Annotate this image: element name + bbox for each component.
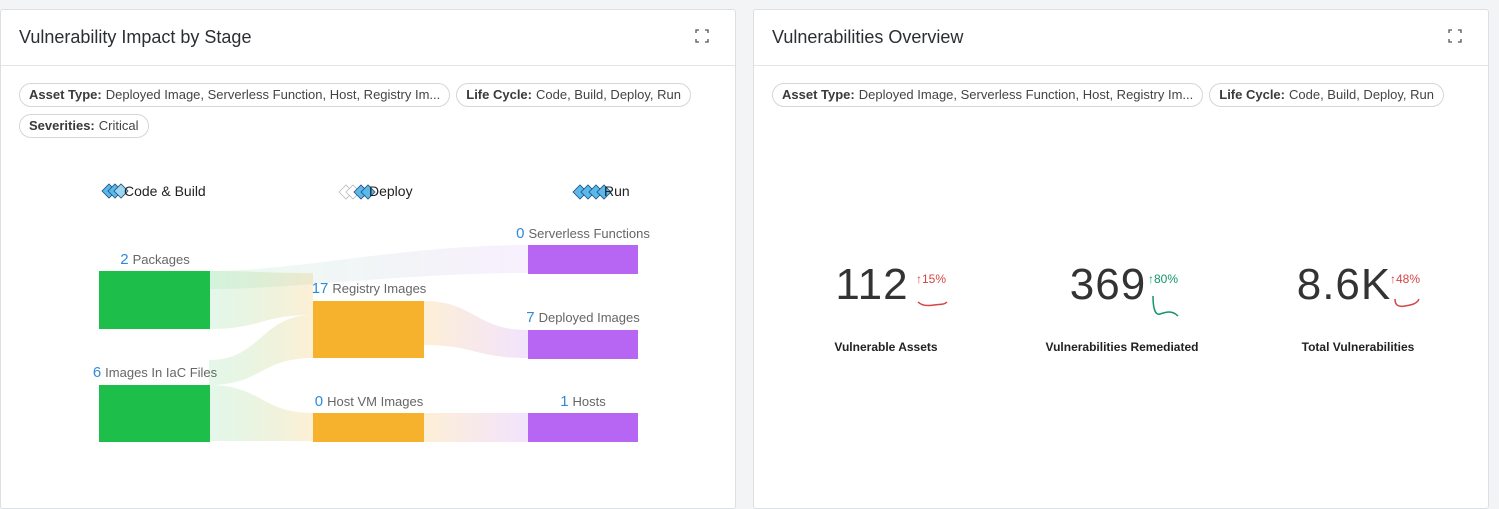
chip-value: Critical	[98, 118, 139, 133]
kpi-label: Vulnerabilities Remediated	[1045, 340, 1199, 354]
kpi-label: Vulnerable Assets	[834, 340, 938, 354]
panel-title: Vulnerabilities Overview	[772, 27, 964, 47]
kpi-value: 8.6K	[1296, 260, 1392, 309]
node-label-host-vm-images: 0 Host VM Images	[315, 393, 424, 410]
node-host-vm-images[interactable]	[313, 413, 424, 442]
panel-header: Vulnerabilities Overview	[754, 10, 1488, 66]
panel-title: Vulnerability Impact by Stage	[19, 27, 252, 47]
stage-label: Code & Build	[124, 183, 206, 199]
sparkline	[1152, 295, 1179, 317]
sparkline	[917, 301, 948, 307]
stage-header-code-build: Code & Build	[101, 183, 206, 199]
stage-label: Deploy	[369, 183, 413, 199]
filter-chip-asset-type[interactable]: Asset Type: Deployed Image, Serverless Fu…	[19, 83, 451, 107]
expand-icon[interactable]	[695, 29, 709, 43]
kpi-value: 112	[835, 260, 909, 309]
kpi-value: 369	[1069, 260, 1147, 309]
flow-link	[423, 301, 528, 358]
node-label-hosts: 1 Hosts	[560, 393, 606, 410]
node-label-serverless-functions: 0 Serverless Functions	[516, 225, 650, 242]
node-label-images-in-iac-files: 6 Images In IaC Files	[93, 364, 218, 381]
node-label-packages: 2 Packages	[120, 251, 190, 268]
node-label-deployed-images: 7 Deployed Images	[526, 309, 640, 326]
expand-icon[interactable]	[1448, 29, 1462, 43]
kpi-vulnerabilities-remediated[interactable]: 369 ↑80% Vulnerabilities Remediated	[992, 260, 1252, 354]
filter-chip-severities[interactable]: Severities: Critical	[19, 114, 149, 138]
node-images-in-iac-files[interactable]	[99, 385, 210, 442]
flow-link	[423, 413, 528, 442]
stage-header-deploy: Deploy	[338, 183, 413, 200]
chip-label: Severities:	[29, 118, 95, 133]
chip-label: Life Cycle:	[466, 87, 532, 102]
chip-value: Deployed Image, Serverless Function, Hos…	[105, 87, 441, 102]
kpi-trend: ↑80%	[1148, 272, 1179, 286]
panel-header: Vulnerability Impact by Stage	[1, 10, 735, 66]
sparkline	[1394, 298, 1420, 308]
filter-chip-life-cycle[interactable]: Life Cycle: Code, Build, Deploy, Run	[456, 83, 692, 107]
filter-chip-life-cycle[interactable]: Life Cycle: Code, Build, Deploy, Run	[1209, 83, 1445, 107]
kpi-vulnerable-assets[interactable]: 112 ↑15% Vulnerable Assets	[756, 260, 1016, 354]
chip-label: Life Cycle:	[1219, 87, 1285, 102]
stage-label: Run	[604, 183, 630, 199]
node-deployed-images[interactable]	[528, 330, 638, 359]
chip-label: Asset Type:	[29, 87, 102, 102]
filter-chip-asset-type[interactable]: Asset Type: Deployed Image, Serverless Fu…	[772, 83, 1204, 107]
node-packages[interactable]	[99, 271, 210, 329]
kpi-label: Total Vulnerabilities	[1301, 340, 1415, 354]
node-registry-images[interactable]	[313, 301, 424, 358]
filter-chips: Asset Type: Deployed Image, Serverless Fu…	[772, 83, 1472, 114]
chip-label: Asset Type:	[782, 87, 855, 102]
kpi-trend: ↑48%	[1390, 272, 1421, 286]
kpi-trend: ↑15%	[916, 272, 947, 286]
stage-header-run: Run	[572, 183, 630, 200]
node-serverless-functions[interactable]	[528, 245, 638, 274]
vulnerabilities-overview-panel: Vulnerabilities Overview Asset Type: Depl…	[753, 9, 1489, 509]
chip-value: Code, Build, Deploy, Run	[1289, 87, 1435, 102]
node-hosts[interactable]	[528, 413, 638, 442]
filter-chips: Asset Type: Deployed Image, Serverless Fu…	[19, 83, 719, 145]
chip-value: Code, Build, Deploy, Run	[536, 87, 682, 102]
sankey-diagram: Code & Build Deploy Run 2 Packages 6 Ima…	[93, 183, 650, 442]
chip-value: Deployed Image, Serverless Function, Hos…	[858, 87, 1194, 102]
kpi-total-vulnerabilities[interactable]: 8.6K ↑48% Total Vulnerabilities	[1228, 260, 1488, 354]
vulnerability-impact-panel: Vulnerability Impact by Stage Asset Type…	[0, 9, 736, 509]
flow-link	[209, 385, 313, 441]
